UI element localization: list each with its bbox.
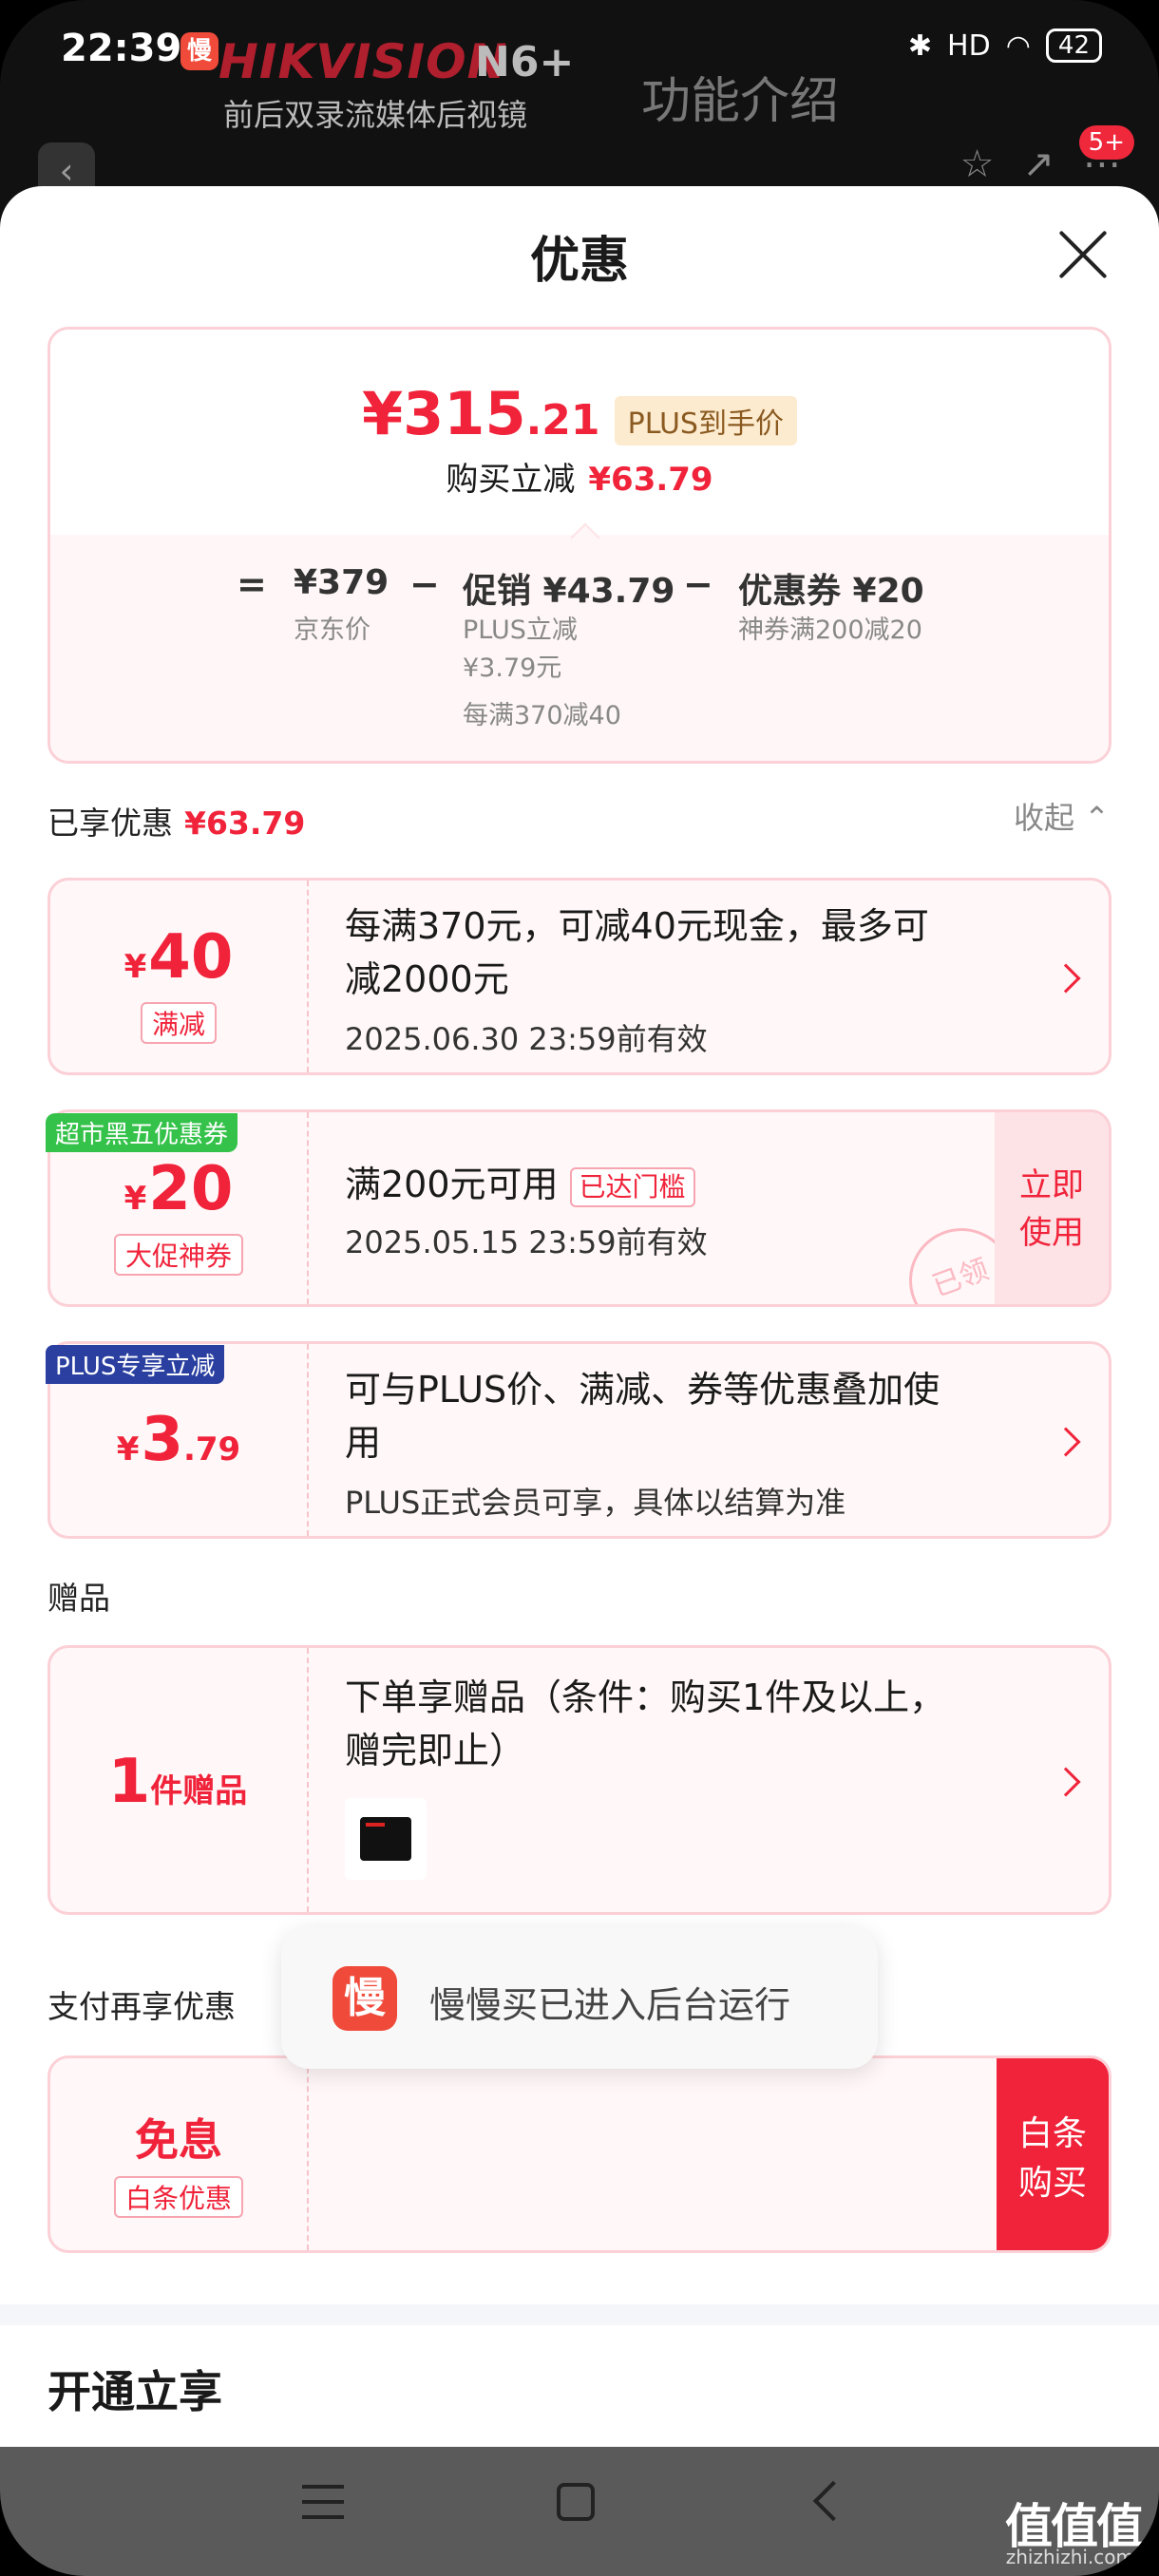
pay-discount-card: 免息 白条优惠 白条 购买 — [48, 2055, 1112, 2253]
baitiao-buy-button[interactable]: 白条 购买 — [997, 2058, 1109, 2250]
use-now-button[interactable]: 立即 使用 — [995, 1112, 1109, 1304]
menu-icon[interactable] — [302, 2485, 344, 2523]
enjoyed-label: 已享优惠 ¥63.79 — [48, 805, 306, 842]
signal-icon: HD — [947, 28, 991, 63]
plus-ribbon: PLUS专享立减 — [46, 1345, 225, 1384]
plus-price-tag: PLUS到手价 — [614, 395, 797, 445]
gift-label: 赠品 — [48, 1580, 110, 1617]
full-reduction-card[interactable]: ¥40 满减 每满370元，可减40元现金，最多可 减2000元 2025.06… — [48, 878, 1112, 1075]
collapse-button[interactable]: 收起 ⌃ — [1014, 794, 1110, 838]
app-notification-icon: 慢 — [180, 32, 218, 70]
open-section-title: 开通立享 — [48, 2366, 222, 2417]
share-icon: ↗ — [1022, 142, 1054, 186]
chevron-right-icon — [1051, 1427, 1081, 1457]
background-subtitle: 前后双录流媒体后视镜 — [223, 97, 528, 133]
toast-message: 慢慢买已进入后台运行 — [429, 1984, 791, 2026]
price-summary: ¥315.21 PLUS到手价 购买立减 ¥63.79 = ¥379 京东价 − … — [48, 327, 1112, 764]
status-bar: 22:39 慢 ✱ HD ◠ 42 — [0, 0, 1159, 104]
final-price: ¥315.21 — [362, 379, 600, 448]
jd-price-label: 京东价 — [294, 616, 370, 645]
threshold-reached-badge: 已达门槛 — [569, 1166, 695, 1207]
background-run-toast: 慢 慢慢买已进入后台运行 — [281, 1926, 878, 2069]
coupon-ribbon: 超市黑五优惠券 — [46, 1113, 238, 1152]
pay-section-label: 支付再享优惠 — [48, 1988, 236, 2025]
wifi-icon: ◠ — [1005, 28, 1031, 63]
home-icon[interactable] — [557, 2483, 595, 2521]
back-icon[interactable] — [812, 2480, 854, 2522]
bluetooth-icon: ✱ — [907, 28, 933, 63]
jd-price: ¥379 — [294, 563, 390, 602]
instant-cut-value: ¥63.79 — [588, 461, 713, 499]
instant-cut-label: 购买立减 — [446, 461, 576, 499]
background-brand: HIKVISION — [218, 34, 508, 89]
baitiao-tag: 白条优惠 — [113, 2176, 244, 2218]
phone-screen: 22:39 慢 ✱ HD ◠ 42 HIKVISION N6+ 前后双录流媒体后… — [0, 0, 1159, 2576]
discount-sheet: 优惠 ¥315.21 PLUS到手价 购买立减 ¥63.79 = ¥379 京东价… — [0, 186, 1159, 2447]
close-icon[interactable] — [1056, 228, 1110, 281]
message-badge: 5+ — [1078, 125, 1134, 160]
promo-value: 促销 ¥43.79 — [463, 572, 675, 611]
background-feature-title: 功能介绍 — [641, 73, 840, 130]
chevron-right-icon — [1051, 1767, 1081, 1797]
background-model: N6+ — [475, 38, 575, 86]
gift-sd-card-image — [345, 1798, 427, 1880]
star-icon: ☆ — [960, 142, 995, 186]
interest-free-title: 免息 — [135, 2114, 222, 2166]
sheet-title: 优惠 — [529, 233, 629, 290]
coupon-value: 优惠券 ¥20 — [738, 572, 924, 611]
coupon-tag: 大促神券 — [113, 1234, 244, 1276]
battery-icon: 42 — [1045, 28, 1102, 63]
clock: 22:39 — [61, 27, 182, 70]
gift-card[interactable]: 1件赠品 下单享赠品（条件：购买1件及以上， 赠完即止） — [48, 1645, 1112, 1915]
chevron-right-icon — [1051, 963, 1081, 994]
system-icons: ✱ HD ◠ 42 — [908, 28, 1102, 63]
watermark-url: zhizhizhi.com — [1005, 2546, 1134, 2568]
system-nav-bar — [0, 2447, 1159, 2576]
app-icon: 慢 — [332, 1966, 397, 2031]
reduction-tag: 满减 — [140, 1002, 218, 1044]
